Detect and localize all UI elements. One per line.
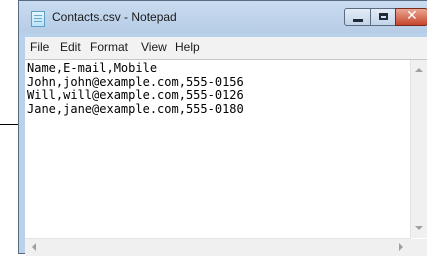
notepad-icon xyxy=(31,11,45,27)
menu-edit[interactable]: Edit xyxy=(60,40,81,54)
close-icon: ✕ xyxy=(406,8,418,24)
menu-file[interactable]: File xyxy=(30,40,49,54)
minimize-button[interactable] xyxy=(344,8,371,26)
menu-view[interactable]: View xyxy=(141,40,167,54)
arrow-up-icon[interactable] xyxy=(415,68,423,72)
window-title: Contacts.csv - Notepad xyxy=(52,10,177,24)
vertical-scrollbar[interactable] xyxy=(410,60,427,238)
title-bar[interactable]: Contacts.csv - Notepad ✕ xyxy=(19,1,427,33)
minimize-icon xyxy=(353,19,363,22)
text-line: Name,E-mail,Mobile xyxy=(27,62,158,75)
text-line: Jane,jane@example.com,555-0180 xyxy=(27,101,244,116)
close-button[interactable]: ✕ xyxy=(395,8,427,26)
arrow-left-icon[interactable] xyxy=(32,243,36,251)
menu-format[interactable]: Format xyxy=(90,40,128,54)
menu-bar: File Edit Format View Help xyxy=(25,37,427,59)
maximize-button[interactable] xyxy=(370,8,396,26)
arrow-down-icon[interactable] xyxy=(415,226,423,230)
menu-help[interactable]: Help xyxy=(175,40,200,54)
text-line: John,john@example.com,555-0156 xyxy=(27,74,244,89)
document-text[interactable]: Name,E-mail,Mobile John,john@example.com,… xyxy=(27,62,411,236)
arrow-right-icon[interactable] xyxy=(399,243,403,251)
editor-area[interactable]: Name,E-mail,Mobile John,john@example.com,… xyxy=(25,59,427,256)
text-line: Will,will@example.com,555-0126 xyxy=(27,88,244,102)
horizontal-scrollbar[interactable] xyxy=(25,238,411,256)
notepad-window: Contacts.csv - Notepad ✕ File Edit Forma… xyxy=(18,0,427,256)
maximize-icon xyxy=(379,13,388,20)
resize-grip[interactable] xyxy=(411,239,427,256)
